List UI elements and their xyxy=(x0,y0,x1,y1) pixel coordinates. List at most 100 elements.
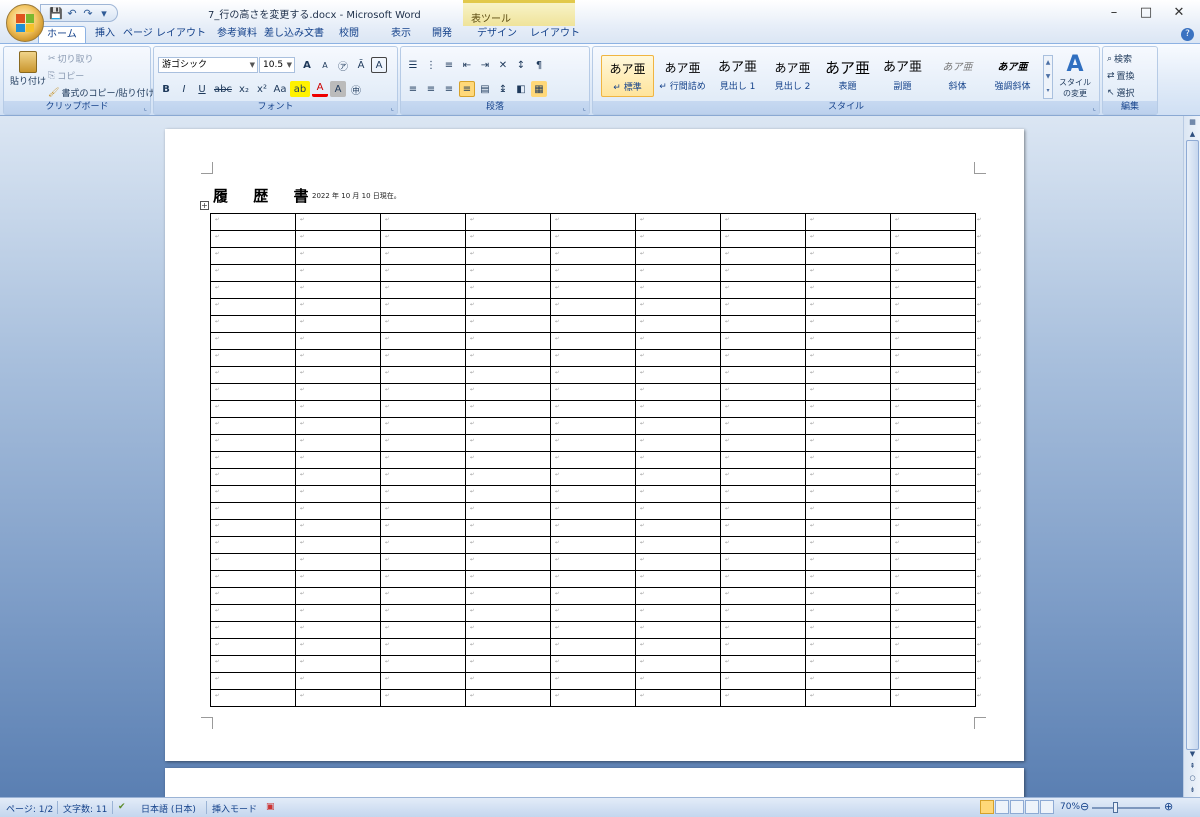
table-cell[interactable]: ↵ xyxy=(890,672,976,690)
select-button[interactable]: ↖ 選択 xyxy=(1107,86,1135,100)
table-cell[interactable]: ↵ xyxy=(465,281,551,299)
table-cell[interactable]: ↵ xyxy=(295,587,381,605)
table-cell[interactable]: ↵ xyxy=(890,587,976,605)
table-cell[interactable]: ↵ xyxy=(210,247,296,265)
table-row[interactable]: ↵ ↵ ↵ ↵ ↵ ↵ ↵ ↵ ↵ xyxy=(210,553,976,571)
table-row[interactable]: ↵ ↵ ↵ ↵ ↵ ↵ ↵ ↵ ↵ xyxy=(210,502,976,520)
zoom-slider-thumb[interactable] xyxy=(1112,802,1118,813)
table-cell[interactable]: ↵ xyxy=(295,366,381,384)
table-cell[interactable]: ↵ xyxy=(550,434,636,452)
table-cell[interactable]: ↵ xyxy=(465,434,551,452)
table-cell[interactable]: ↵ xyxy=(465,349,551,367)
font-name-combo[interactable]: 游ゴシック ▼ xyxy=(158,57,258,73)
table-cell[interactable]: ↵ xyxy=(210,502,296,520)
customize-icon[interactable]: ▾ xyxy=(97,6,111,20)
table-cell[interactable]: ↵ xyxy=(380,281,466,299)
table-cell[interactable]: ↵ xyxy=(805,230,891,248)
table-row[interactable]: ↵ ↵ ↵ ↵ ↵ ↵ ↵ ↵ ↵ xyxy=(210,570,976,588)
table-cell[interactable]: ↵ xyxy=(380,400,466,418)
table-cell[interactable]: ↵ xyxy=(465,383,551,401)
table-cell[interactable]: ↵ xyxy=(210,332,296,350)
table-cell[interactable]: ↵ xyxy=(720,332,806,350)
table-row[interactable]: ↵ ↵ ↵ ↵ ↵ ↵ ↵ ↵ ↵ xyxy=(210,638,976,656)
table-cell[interactable]: ↵ xyxy=(550,655,636,673)
table-cell[interactable]: ↵ xyxy=(210,468,296,486)
table-cell[interactable]: ↵ xyxy=(890,604,976,622)
table-cell[interactable]: ↵ xyxy=(465,519,551,537)
table-cell[interactable]: ↵ xyxy=(295,417,381,435)
table-cell[interactable]: ↵ xyxy=(635,349,721,367)
vertical-scrollbar[interactable]: ▦ ▲ ▼ ⇞ ○ ⇟ xyxy=(1183,116,1200,797)
table-row[interactable]: ↵ ↵ ↵ ↵ ↵ ↵ ↵ ↵ ↵ xyxy=(210,247,976,265)
table-cell[interactable]: ↵ xyxy=(890,519,976,537)
find-button[interactable]: ⌕ 検索 xyxy=(1107,52,1132,66)
table-cell[interactable]: ↵ xyxy=(465,400,551,418)
table-cell[interactable]: ↵ xyxy=(550,502,636,520)
table-cell[interactable]: ↵ xyxy=(720,570,806,588)
table-cell[interactable]: ↵ xyxy=(295,434,381,452)
table-cell[interactable]: ↵ xyxy=(635,400,721,418)
table-row[interactable]: ↵ ↵ ↵ ↵ ↵ ↵ ↵ ↵ ↵ xyxy=(210,230,976,248)
char-border-icon[interactable]: A xyxy=(371,57,387,73)
table-cell[interactable]: ↵ xyxy=(210,519,296,537)
table-cell[interactable]: ↵ xyxy=(635,655,721,673)
table-cell[interactable]: ↵ xyxy=(465,230,551,248)
table-cell[interactable]: ↵ xyxy=(550,536,636,554)
table-cell[interactable]: ↵ xyxy=(720,672,806,690)
table-cell[interactable]: ↵ xyxy=(465,502,551,520)
table-cell[interactable]: ↵ xyxy=(890,434,976,452)
styles-gallery-scroll[interactable]: ▲ ▼ ▾ xyxy=(1043,55,1053,99)
table-cell[interactable]: ↵ xyxy=(465,553,551,571)
table-row[interactable]: ↵ ↵ ↵ ↵ ↵ ↵ ↵ ↵ ↵ xyxy=(210,519,976,537)
table-cell[interactable]: ↵ xyxy=(295,264,381,282)
table-cell[interactable]: ↵ xyxy=(380,689,466,707)
table-cell[interactable]: ↵ xyxy=(465,264,551,282)
print-layout-view-icon[interactable] xyxy=(980,800,994,814)
table-cell[interactable]: ↵ xyxy=(805,264,891,282)
table-cell[interactable]: ↵ xyxy=(295,383,381,401)
table-row[interactable]: ↵ ↵ ↵ ↵ ↵ ↵ ↵ ↵ ↵ xyxy=(210,349,976,367)
table-cell[interactable]: ↵ xyxy=(635,366,721,384)
clear-format-icon[interactable]: Ā xyxy=(353,57,369,73)
table-cell[interactable]: ↵ xyxy=(550,400,636,418)
table-cell[interactable]: ↵ xyxy=(210,485,296,503)
decrease-indent-icon[interactable]: ⇤ xyxy=(459,57,475,73)
table-row[interactable]: ↵ ↵ ↵ ↵ ↵ ↵ ↵ ↵ ↵ xyxy=(210,451,976,469)
table-cell[interactable]: ↵ xyxy=(295,213,381,231)
table-cell[interactable]: ↵ xyxy=(465,332,551,350)
table-cell[interactable]: ↵ xyxy=(550,621,636,639)
table-cell[interactable]: ↵ xyxy=(720,400,806,418)
table-cell[interactable]: ↵ xyxy=(635,587,721,605)
increase-indent-icon[interactable]: ⇥ xyxy=(477,57,493,73)
table-cell[interactable]: ↵ xyxy=(550,672,636,690)
table-cell[interactable]: ↵ xyxy=(635,604,721,622)
shrink-font-icon[interactable]: A xyxy=(317,57,333,73)
table-cell[interactable]: ↵ xyxy=(890,230,976,248)
table-cell[interactable]: ↵ xyxy=(890,366,976,384)
table-cell[interactable]: ↵ xyxy=(465,247,551,265)
tab-page-layout[interactable]: ページ レイアウト xyxy=(123,26,206,43)
table-cell[interactable]: ↵ xyxy=(720,417,806,435)
table-cell[interactable]: ↵ xyxy=(635,298,721,316)
style-title[interactable]: あア亜 表題 xyxy=(821,55,874,97)
table-cell[interactable]: ↵ xyxy=(720,247,806,265)
table-cell[interactable]: ↵ xyxy=(550,519,636,537)
table-cell[interactable]: ↵ xyxy=(210,281,296,299)
table-cell[interactable]: ↵ xyxy=(890,655,976,673)
table-cell[interactable]: ↵ xyxy=(210,570,296,588)
style-emphasis-intense[interactable]: あア亜 強調斜体 xyxy=(986,55,1039,97)
tab-table-design[interactable]: デザイン xyxy=(477,26,517,43)
table-cell[interactable]: ↵ xyxy=(720,502,806,520)
show-marks-icon[interactable]: ¶ xyxy=(531,57,547,73)
style-normal[interactable]: あア亜 ↵ 標準 xyxy=(601,55,654,97)
table-cell[interactable]: ↵ xyxy=(295,536,381,554)
shading-icon[interactable]: ◧ xyxy=(513,81,529,97)
resume-table[interactable]: ↵ ↵ ↵ ↵ ↵ ↵ ↵ ↵ ↵ ↵ ↵ ↵ ↵ ↵ ↵ ↵ ↵ ↵ ↵ ↵ ↵ ↵ ↵ ↵ ↵ ↵ ↵ ↵ ↵ ↵ ↵ ↵ ↵ ↵ ↵ ↵ ↵ ↵ ↵ ↵… xyxy=(210,213,976,707)
style-no-spacing[interactable]: あア亜 ↵ 行間詰め xyxy=(656,55,709,97)
undo-icon[interactable]: ↶ xyxy=(65,6,79,20)
table-cell[interactable]: ↵ xyxy=(890,213,976,231)
table-cell[interactable]: ↵ xyxy=(550,230,636,248)
table-cell[interactable]: ↵ xyxy=(890,247,976,265)
table-cell[interactable]: ↵ xyxy=(890,553,976,571)
table-cell[interactable]: ↵ xyxy=(550,451,636,469)
